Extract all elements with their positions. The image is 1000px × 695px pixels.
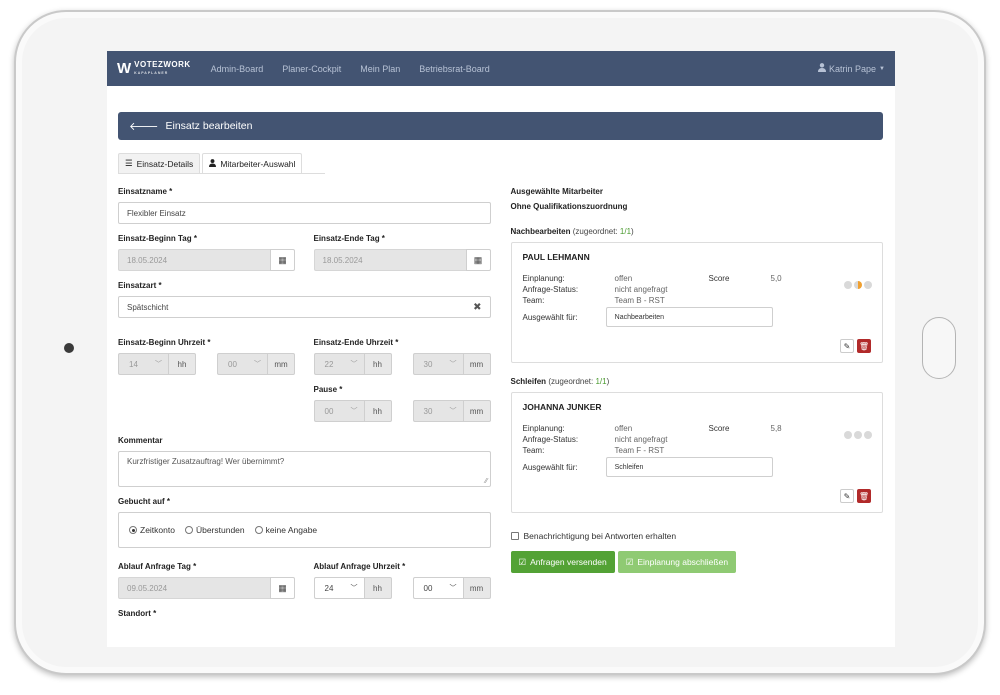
check-square-icon: ☑ <box>518 556 527 567</box>
page-title: Einsatz bearbeiten <box>165 120 253 132</box>
status-dots <box>844 281 872 289</box>
comment-label: Kommentar <box>118 436 163 445</box>
user-name: Katrin Pape <box>829 63 877 74</box>
expiry-day-label: Ablauf Anfrage Tag * <box>118 562 197 571</box>
page-header: 🡐 Einsatz bearbeiten <box>118 112 883 140</box>
employee-card: JOHANNA JUNKER Einplanung: offen Score 5,8 … <box>510 392 883 513</box>
selected-heading: Ausgewählte Mitarbeiter <box>510 187 603 196</box>
start-minute-select[interactable]: 00 ﹀ mm <box>217 353 295 375</box>
send-requests-button[interactable]: ☑ Anfragen versenden <box>510 551 615 573</box>
pause-minute-select[interactable]: 30 ﹀ mm <box>412 400 491 422</box>
selected-for-row: Ausgewählt für: Nachbearbeiten <box>523 307 872 327</box>
end-time-label: Einsatz-Ende Uhrzeit * <box>313 338 399 347</box>
expiry-time-label: Ablauf Anfrage Uhrzeit * <box>313 562 406 571</box>
edit-icon[interactable]: ✎ <box>840 339 854 353</box>
nav-admin-board[interactable]: Admin-Board <box>211 64 264 74</box>
type-select[interactable]: Spätschicht ✖ <box>118 296 491 318</box>
start-day-input[interactable]: 18.05.2024 <box>118 249 270 271</box>
chevron-down-icon: ﹀ <box>350 585 358 592</box>
list-icon: ☰ <box>125 158 133 168</box>
expiry-day-input[interactable]: 09.05.2024 <box>118 577 270 599</box>
booked-radio-group: Zeitkonto Überstunden keine Angabe <box>118 512 491 548</box>
selected-subheading: Ohne Qualifikationszuordnung <box>510 202 628 211</box>
employee-name: JOHANNA JUNKER <box>522 402 602 412</box>
caret-down-icon: ▼ <box>879 65 885 72</box>
name-label: Einsatzname * <box>118 187 173 196</box>
resize-handle-icon[interactable]: ⁄⁄ <box>485 478 487 485</box>
radio-keine-angabe[interactable]: keine Angabe <box>254 525 317 535</box>
top-navbar: W VOTEZWORK KAPAPLANER Admin-Board Planer… <box>107 51 895 86</box>
selected-employees-column: Ausgewählte Mitarbeiter Ohne Qualifikati… <box>510 187 884 624</box>
chevron-down-icon: ﹀ <box>350 361 358 368</box>
radio-ueberstunden[interactable]: Überstunden <box>184 525 245 535</box>
expiry-hour-select[interactable]: 24 ﹀ hh <box>313 577 392 599</box>
check-square-icon: ☑ <box>625 556 634 567</box>
home-button[interactable] <box>922 317 956 379</box>
start-day-label: Einsatz-Beginn Tag * <box>118 234 197 243</box>
employee-details: Einplanung: offen Score 5,8 Anfrage-Status:… <box>522 424 782 455</box>
type-value: Spätschicht <box>127 302 169 312</box>
finish-planning-button[interactable]: ☑ Einplanung abschließen <box>617 551 737 573</box>
calendar-icon[interactable]: ▦ <box>465 249 491 271</box>
start-time-label: Einsatz-Beginn Uhrzeit * <box>118 338 211 347</box>
end-day-label: Einsatz-Ende Tag * <box>313 234 385 243</box>
chevron-down-icon: ﹀ <box>449 408 457 415</box>
chevron-down-icon: ﹀ <box>449 585 457 592</box>
nav-planer-cockpit[interactable]: Planer-Cockpit <box>282 64 341 74</box>
status-dots <box>844 431 872 439</box>
trash-icon[interactable]: 🗑 <box>857 339 871 353</box>
trash-icon[interactable]: 🗑 <box>857 489 871 503</box>
app-screen: W VOTEZWORK KAPAPLANER Admin-Board Planer… <box>107 51 895 647</box>
employee-details: Einplanung: offen Score 5,0 Anfrage-Status:… <box>522 274 782 305</box>
comment-textarea[interactable]: Kurzfristiger Zusatzauftrag! Wer übernim… <box>118 451 491 487</box>
end-day-input[interactable]: 18.05.2024 <box>313 249 466 271</box>
user-menu[interactable]: Katrin Pape ▼ <box>818 63 885 74</box>
pause-label: Pause * <box>313 385 343 394</box>
nav-mein-plan[interactable]: Mein Plan <box>360 64 400 74</box>
clear-icon[interactable]: ✖ <box>473 302 481 313</box>
chevron-down-icon: ﹀ <box>449 361 457 368</box>
employee-name: PAUL LEHMANN <box>522 252 590 262</box>
tab-einsatz-details[interactable]: ☰ Einsatz-Details <box>118 153 201 173</box>
calendar-icon[interactable]: ▦ <box>270 577 295 599</box>
pause-hour-select[interactable]: 00 ﹀ hh <box>313 400 392 422</box>
booked-label: Gebucht auf * <box>118 497 171 506</box>
logo[interactable]: W VOTEZWORK KAPAPLANER <box>117 60 191 77</box>
calendar-icon[interactable]: ▦ <box>270 249 295 271</box>
location-label: Standort * <box>118 609 157 618</box>
checkbox-icon[interactable] <box>510 532 519 540</box>
back-arrow-icon[interactable]: 🡐 <box>129 119 159 133</box>
notify-checkbox[interactable]: Benachrichtigung bei Antworten erhalten <box>510 531 884 541</box>
end-hour-select[interactable]: 22 ﹀ hh <box>313 353 392 375</box>
selected-for-field[interactable]: Nachbearbeiten <box>605 307 773 327</box>
name-input[interactable]: Flexibler Einsatz <box>118 202 491 224</box>
selected-for-field[interactable]: Schleifen <box>605 457 773 477</box>
expiry-minute-select[interactable]: 00 ﹀ mm <box>412 577 491 599</box>
type-label: Einsatzart * <box>118 281 162 290</box>
employee-card: PAUL LEHMANN Einplanung: offen Score 5,0 An… <box>510 242 883 363</box>
tab-mitarbeiter-auswahl[interactable]: Mitarbeiter-Auswahl <box>202 153 303 173</box>
logo-mark-icon: W <box>117 60 131 77</box>
end-minute-select[interactable]: 30 ﹀ mm <box>412 353 491 375</box>
chevron-down-icon: ﹀ <box>254 361 261 368</box>
user-icon <box>818 63 827 74</box>
radio-zeitkonto[interactable]: Zeitkonto <box>129 525 175 535</box>
user-icon <box>209 158 217 169</box>
group-heading: Nachbearbeiten (zugeordnet: 1/1) <box>510 227 634 236</box>
nav-betriebsrat-board[interactable]: Betriebsrat-Board <box>419 64 490 74</box>
start-hour-select[interactable]: 14 ﹀ hh <box>118 353 196 375</box>
chevron-down-icon: ﹀ <box>350 408 358 415</box>
tab-bar: ☰ Einsatz-Details Mitarbeiter-Auswahl <box>118 153 325 174</box>
chevron-down-icon: ﹀ <box>155 361 162 368</box>
edit-icon[interactable]: ✎ <box>840 489 854 503</box>
group-heading: Schleifen (zugeordnet: 1/1) <box>510 377 610 386</box>
camera-icon <box>64 343 74 353</box>
logo-text: VOTEZWORK KAPAPLANER <box>134 59 191 75</box>
selected-for-row: Ausgewählt für: Schleifen <box>523 457 872 477</box>
form-column: Einsatzname * Flexibler Einsatz Einsatz-… <box>118 187 491 624</box>
